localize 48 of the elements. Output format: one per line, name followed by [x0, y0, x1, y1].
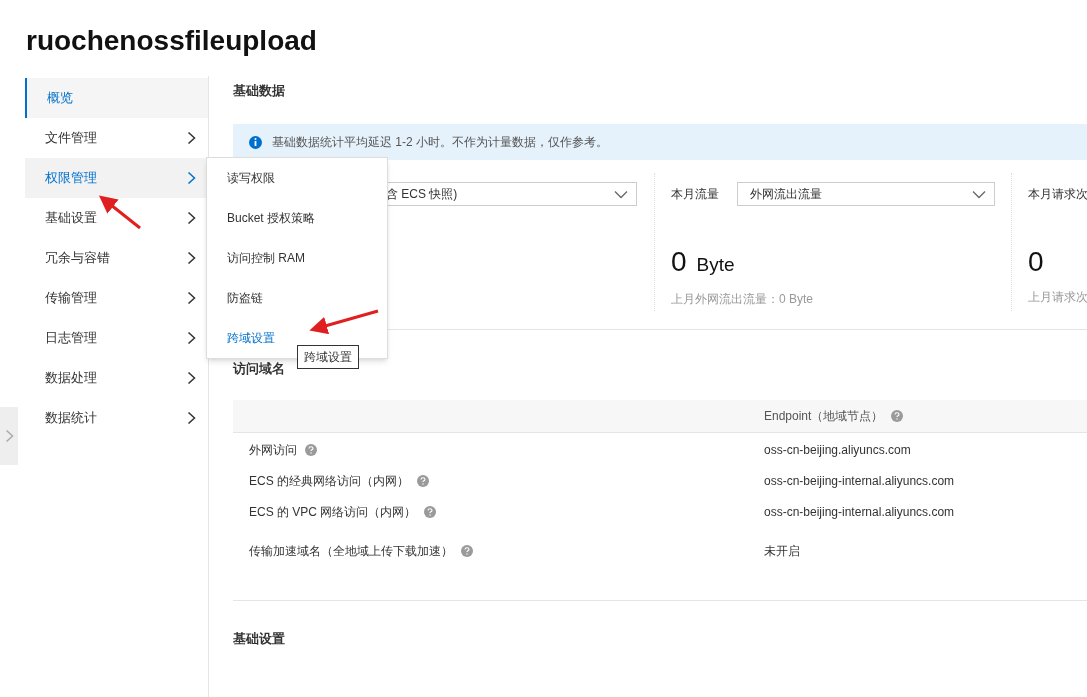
help-icon[interactable]: [891, 410, 904, 422]
table-cell-text: oss-cn-beijing-internal.aliyuncs.com: [764, 472, 955, 490]
submenu-item[interactable]: 读写权限: [227, 169, 275, 187]
submenu-item[interactable]: Bucket 授权策略: [227, 209, 316, 227]
sidebar-item[interactable]: 传输管理: [25, 278, 208, 318]
previous-month-text: 上月请求次: [1028, 289, 1087, 306]
submenu-item[interactable]: 跨域设置: [227, 329, 275, 347]
sidebar-item[interactable]: 文件管理: [25, 118, 208, 158]
table-cell-text: ECS 的经典网络访问（内网）: [249, 472, 409, 490]
info-icon: [249, 135, 262, 149]
help-icon[interactable]: [424, 505, 437, 518]
tooltip: 跨域设置: [297, 345, 359, 369]
previous-month-text: 上月外网流出流量：0 Byte: [671, 290, 815, 308]
sidebar-item[interactable]: 权限管理: [25, 158, 208, 198]
submenu-item[interactable]: 访问控制 RAM: [227, 249, 305, 267]
sidebar-item[interactable]: 数据处理: [25, 358, 208, 398]
chevron-down-icon: [972, 189, 986, 199]
notice-text: 基础数据统计平均延迟 1-2 小时。不作为计量数据，仅作参考。: [272, 134, 608, 151]
table-cell-text: oss-cn-beijing.aliyuncs.com: [764, 441, 911, 459]
column-header: Endpoint（地域节点）: [764, 408, 884, 425]
stat-label: 本月请求次: [1028, 186, 1087, 203]
chevron-down-icon: [614, 189, 628, 199]
table-cell-text: 未开启: [764, 542, 800, 560]
submenu-item[interactable]: 防盗链: [227, 289, 263, 307]
bucket-title: ruochenossfileupload: [26, 24, 318, 58]
sidebar-item[interactable]: 数据统计: [25, 398, 208, 438]
stat-value: 0: [1028, 246, 1044, 278]
section-heading: 基础设置: [233, 630, 286, 648]
collapse-tab[interactable]: [0, 407, 18, 465]
stat-label: 本月流量: [671, 186, 720, 203]
section-heading: 访问域名: [233, 360, 286, 378]
table-cell-text: ECS 的 VPC 网络访问（内网）: [249, 503, 417, 521]
sidebar-item[interactable]: 基础设置: [25, 198, 208, 238]
chevron-right-icon: [4, 429, 14, 443]
help-icon[interactable]: [417, 474, 429, 487]
help-icon[interactable]: [461, 544, 473, 557]
sidebar-item[interactable]: 冗余与容错: [25, 238, 208, 278]
metric-select[interactable]: 外网流出流量: [737, 182, 995, 206]
section-heading: 基础数据: [233, 82, 286, 100]
stat-value: 0: [671, 246, 687, 278]
sidebar-item[interactable]: 概览: [25, 78, 208, 118]
stat-unit: Byte: [696, 253, 735, 277]
table-cell-text: 传输加速域名（全地域上传下载加速）: [249, 542, 453, 560]
sidebar-item[interactable]: 日志管理: [25, 318, 208, 358]
help-icon[interactable]: [305, 443, 317, 456]
table-cell-text: oss-cn-beijing-internal.aliyuncs.com: [764, 503, 955, 521]
annotation-arrow: [98, 194, 144, 232]
table-cell-text: 外网访问: [249, 441, 297, 459]
